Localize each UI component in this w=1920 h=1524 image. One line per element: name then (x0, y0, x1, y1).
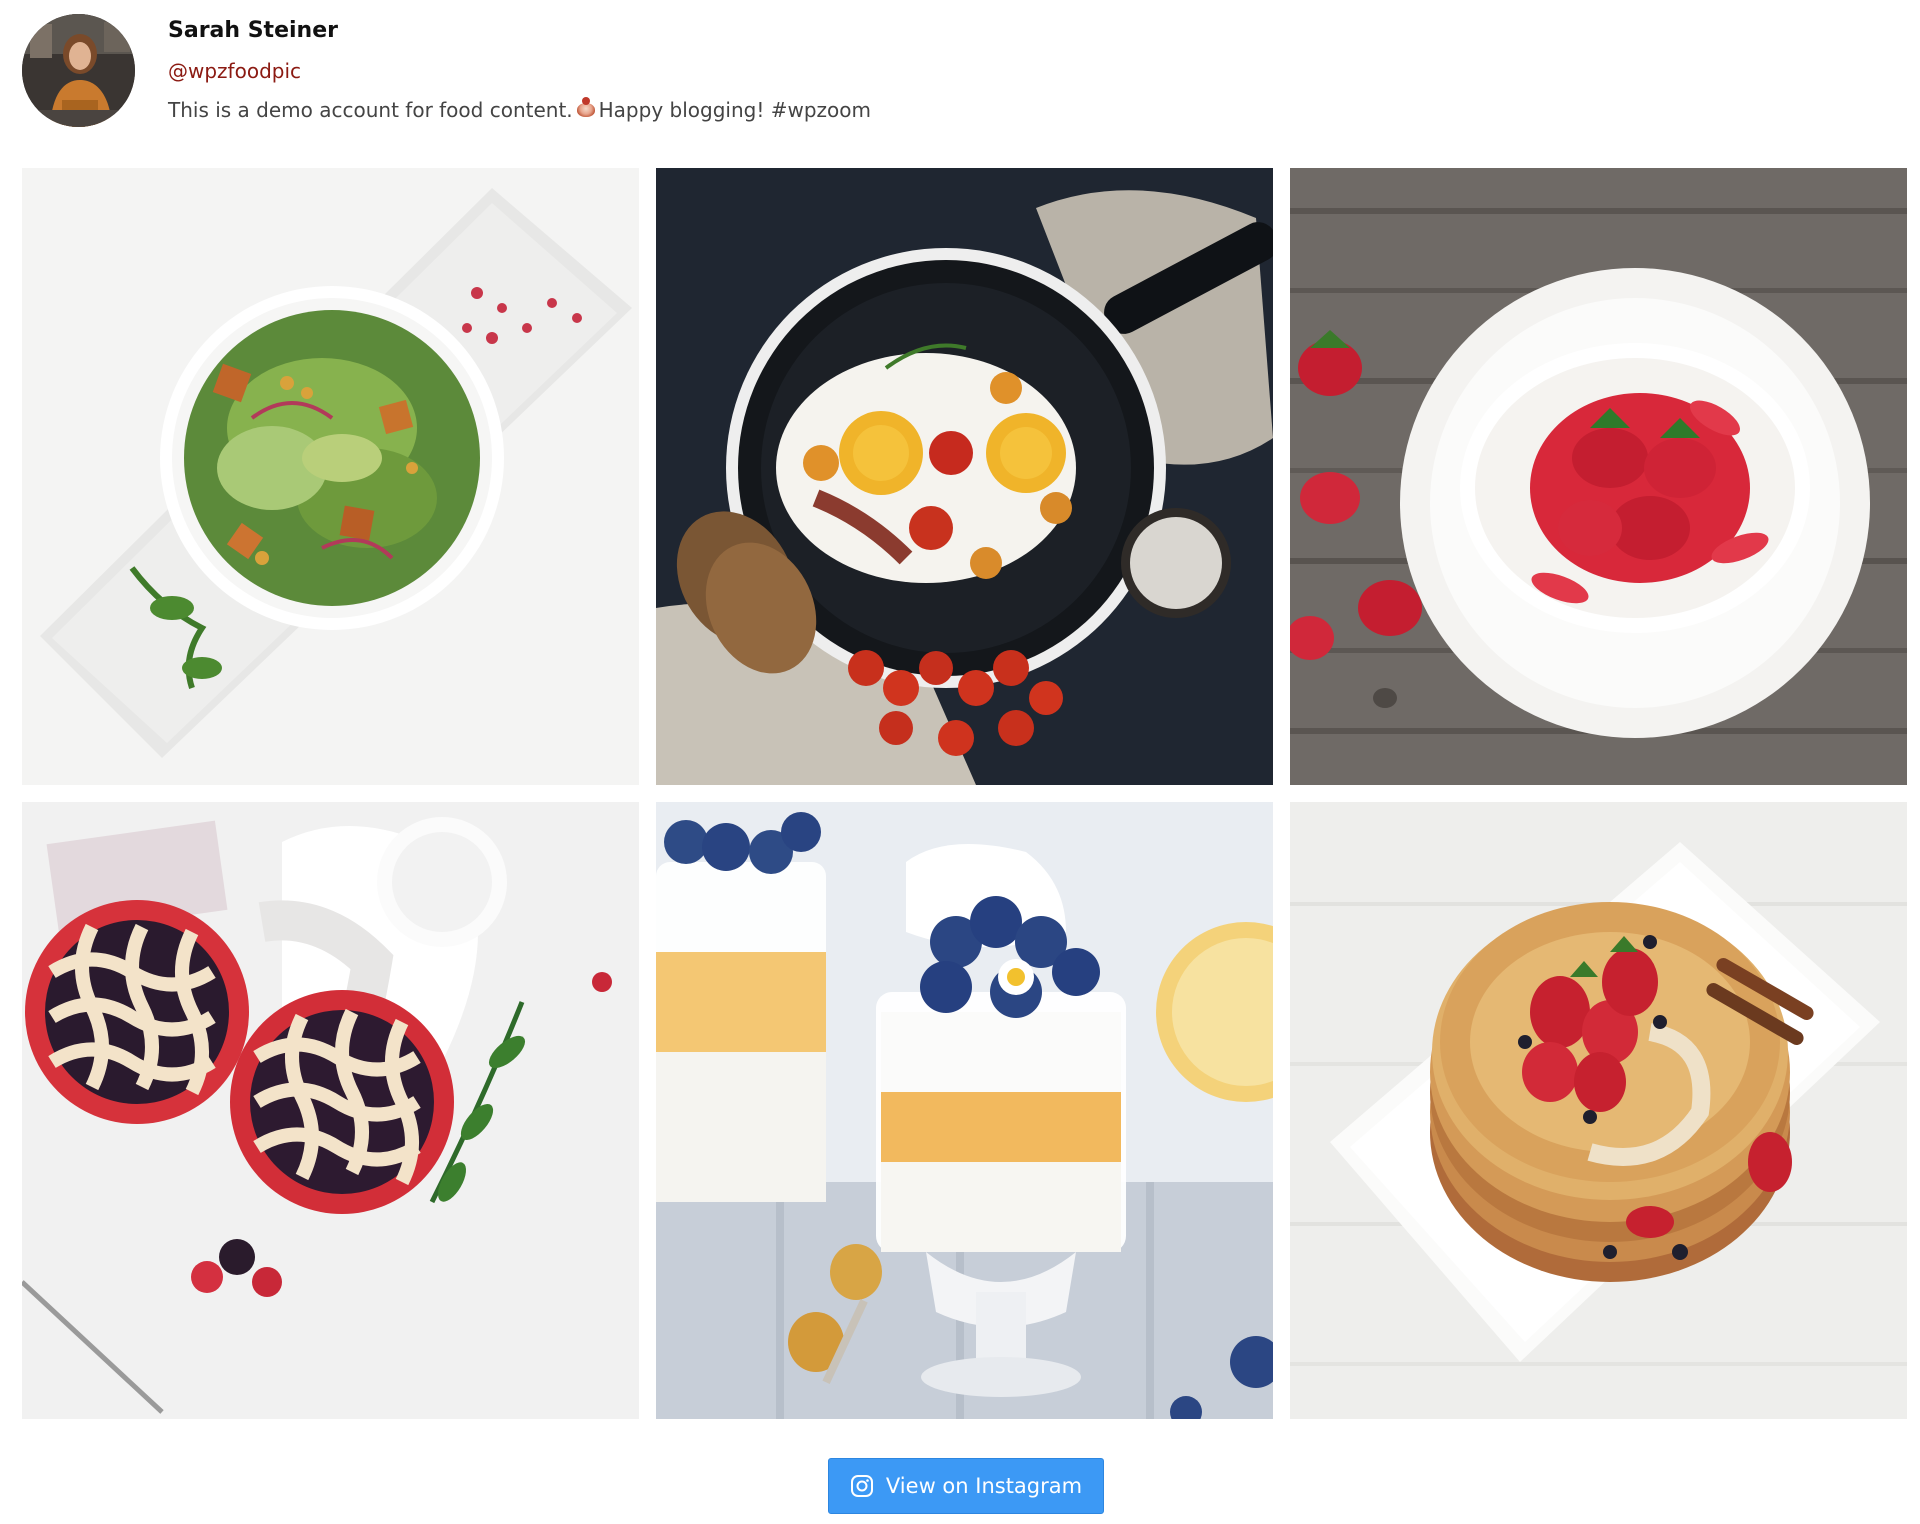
feed-image-blueberry-parfait[interactable] (656, 802, 1273, 1419)
avatar[interactable] (22, 14, 135, 127)
profile-handle-link[interactable]: @wpzfoodpic (168, 59, 301, 83)
view-on-instagram-label: View on Instagram (885, 1474, 1083, 1498)
profile-bio: This is a demo account for food content.… (168, 97, 871, 122)
instagram-feed-grid (22, 168, 1907, 1419)
view-on-instagram-button[interactable]: View on Instagram (828, 1458, 1104, 1514)
food-bowl-emoji-icon (576, 97, 595, 117)
bio-text-end: Happy blogging! #wpzoom (598, 98, 871, 122)
profile-header: Sarah Steiner @wpzfoodpic This is a demo… (22, 14, 1022, 130)
feed-image-berry-pies[interactable] (22, 802, 639, 1419)
profile-name: Sarah Steiner (168, 18, 338, 43)
feed-image-salad-bowl[interactable] (22, 168, 639, 785)
feed-image-fried-eggs-pan[interactable] (656, 168, 1273, 785)
feed-image-strawberry-pancakes[interactable] (1290, 802, 1907, 1419)
bio-text-start: This is a demo account for food content. (168, 98, 573, 122)
instagram-icon (850, 1474, 874, 1498)
feed-image-strawberry-pavlova[interactable] (1290, 168, 1907, 785)
